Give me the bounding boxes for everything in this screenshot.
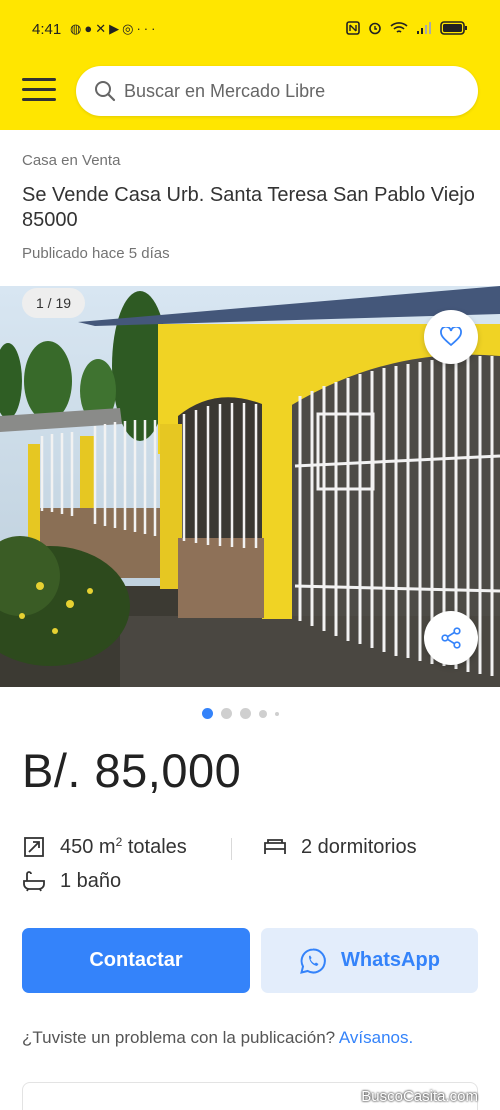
alarm-icon — [369, 22, 381, 35]
app-header: 4:41 ◍●✕▶◎··· — [0, 0, 500, 130]
listing-title: Se Vende Casa Urb. Santa Teresa San Pabl… — [22, 184, 475, 231]
area-value: 450 m — [60, 835, 116, 858]
whatsapp-button-label: WhatsApp — [341, 949, 440, 971]
chat-notification-icon: ● — [84, 21, 96, 36]
listing-category: Casa en Venta — [22, 152, 121, 169]
listing-price: B/. 85,000 — [22, 744, 242, 797]
search-icon — [95, 81, 116, 102]
instagram-notification-icon: ◎ — [122, 21, 137, 36]
attribute-divider — [231, 838, 232, 860]
carousel-dot[interactable] — [221, 708, 232, 719]
share-icon — [441, 627, 461, 649]
favorite-button[interactable] — [424, 310, 478, 364]
heart-icon — [440, 327, 462, 347]
contact-button-label: Contactar — [89, 949, 183, 971]
search-input[interactable] — [124, 80, 444, 102]
area-suffix: totales — [122, 835, 187, 858]
area-unit-exponent: 2 — [115, 835, 123, 849]
carousel-dot[interactable] — [275, 711, 279, 716]
wifi-icon — [390, 22, 408, 33]
notification-icons: ◍●✕▶◎··· — [70, 21, 158, 37]
report-question: ¿Tuviste un problema con la publicación? — [22, 1028, 339, 1047]
nfc-icon — [346, 21, 360, 35]
carousel-dot[interactable] — [240, 708, 251, 719]
whatsapp-button[interactable]: WhatsApp — [261, 928, 478, 993]
battery-icon — [440, 21, 467, 35]
bedrooms-value: 2 dormitorios — [301, 835, 417, 858]
youtube-notification-icon: ▶ — [109, 21, 123, 36]
more-notifications-icon: ··· — [136, 21, 159, 36]
status-bar: 4:41 ◍●✕▶◎··· — [0, 0, 500, 60]
contact-button[interactable]: Contactar — [22, 928, 250, 993]
carousel-dot-active[interactable] — [202, 708, 213, 719]
image-counter: 1 / 19 — [22, 288, 85, 318]
x-notification-icon: ✕ — [95, 21, 110, 36]
attribute-bedrooms: 2 dormitorios — [263, 835, 417, 859]
carousel-dot[interactable] — [259, 709, 267, 718]
bed-icon — [263, 835, 287, 859]
attribute-area: 450 m2 totales — [22, 835, 187, 859]
watermark: BuscoCasita.com — [361, 1088, 478, 1105]
search-bar[interactable] — [76, 66, 478, 116]
bathrooms-value: 1 baño — [60, 869, 122, 892]
hamburger-menu-icon[interactable] — [22, 78, 56, 104]
report-problem-text: ¿Tuviste un problema con la publicación?… — [22, 1028, 413, 1048]
share-button[interactable] — [424, 611, 478, 665]
bathtub-icon — [22, 869, 46, 893]
report-link[interactable]: Avísanos. — [339, 1028, 413, 1047]
clock: 4:41 — [32, 21, 62, 38]
listing-published-date: Publicado hace 5 días — [22, 245, 170, 262]
attribute-bathrooms: 1 baño — [22, 869, 121, 893]
whatsapp-notification-icon: ◍ — [70, 21, 85, 36]
carousel-indicator — [202, 708, 279, 719]
system-status-icons — [346, 21, 468, 35]
area-icon — [22, 835, 46, 859]
whatsapp-icon — [300, 947, 326, 974]
signal-icon — [417, 22, 431, 34]
